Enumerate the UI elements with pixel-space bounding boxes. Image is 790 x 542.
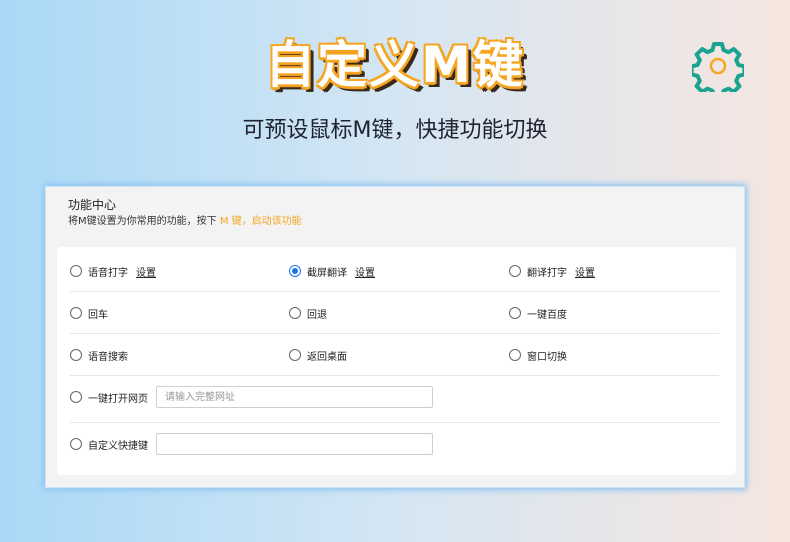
voice-typing-settings-link[interactable]: 设置 <box>136 264 156 279</box>
option-label: 返回桌面 <box>307 351 347 363</box>
function-center-panel: 功能中心 将M键设置为你常用的功能，按下 M 键，启动该功能 语音打字 设置 截… <box>45 186 745 488</box>
option-voice-typing[interactable]: 语音打字 设置 <box>70 250 156 292</box>
options-row: 自定义快捷键 <box>70 423 719 465</box>
desktop-radio[interactable] <box>289 349 301 361</box>
voice-typing-radio[interactable] <box>70 265 82 277</box>
panel-description: 将M键设置为你常用的功能，按下 M 键，启动该功能 <box>68 212 302 227</box>
option-open-web[interactable]: 一键打开网页 <box>70 376 148 418</box>
baidu-radio[interactable] <box>509 307 521 319</box>
panel-title: 功能中心 <box>68 198 117 212</box>
screenshot-translate-radio[interactable] <box>289 265 301 277</box>
option-enter[interactable]: 回车 <box>70 292 108 334</box>
option-label: 窗口切换 <box>527 351 567 363</box>
options-row: 语音搜索 返回桌面 窗口切换 <box>70 334 719 376</box>
option-label: 回退 <box>307 309 327 321</box>
option-label: 一键百度 <box>527 309 567 321</box>
custom-hotkey-radio[interactable] <box>70 438 82 450</box>
option-backspace[interactable]: 回退 <box>289 292 327 334</box>
option-baidu[interactable]: 一键百度 <box>509 292 567 334</box>
options-row: 语音打字 设置 截屏翻译 设置 翻译打字 设置 <box>70 250 719 292</box>
option-label: 语音搜索 <box>88 351 128 363</box>
option-label: 截屏翻译 <box>307 267 347 279</box>
url-input[interactable] <box>156 386 433 408</box>
options-row: 一键打开网页 <box>70 376 719 423</box>
translate-typing-settings-link[interactable]: 设置 <box>575 264 595 279</box>
option-label: 翻译打字 <box>527 267 567 279</box>
options-card: 语音打字 设置 截屏翻译 设置 翻译打字 设置 回车 回退 一键百度 语音搜索 … <box>57 247 736 475</box>
option-screenshot-translate[interactable]: 截屏翻译 设置 <box>289 250 375 292</box>
option-voice-search[interactable]: 语音搜索 <box>70 334 128 376</box>
option-custom-hotkey[interactable]: 自定义快捷键 <box>70 423 148 465</box>
hero-subtitle: 可预设鼠标M键，快捷功能切换 <box>242 118 548 143</box>
panel-desc-key: M 键，启动该功能 <box>219 216 302 227</box>
option-window-switch[interactable]: 窗口切换 <box>509 334 567 376</box>
enter-radio[interactable] <box>70 307 82 319</box>
panel-desc-prefix: 将M键设置为你常用的功能，按下 <box>68 216 217 227</box>
option-translate-typing[interactable]: 翻译打字 设置 <box>509 250 595 292</box>
option-label: 自定义快捷键 <box>88 440 148 452</box>
open-web-radio[interactable] <box>70 391 82 403</box>
translate-typing-radio[interactable] <box>509 265 521 277</box>
option-label: 语音打字 <box>88 267 128 279</box>
window-switch-radio[interactable] <box>509 349 521 361</box>
hero-title: 自定义M键 <box>265 36 525 94</box>
option-label: 一键打开网页 <box>88 393 148 405</box>
option-desktop[interactable]: 返回桌面 <box>289 334 347 376</box>
options-row: 回车 回退 一键百度 <box>70 292 719 334</box>
screenshot-translate-settings-link[interactable]: 设置 <box>355 264 375 279</box>
hotkey-input[interactable] <box>156 433 433 455</box>
voice-search-radio[interactable] <box>70 349 82 361</box>
backspace-radio[interactable] <box>289 307 301 319</box>
gear-icon <box>692 42 744 92</box>
option-label: 回车 <box>88 309 108 321</box>
